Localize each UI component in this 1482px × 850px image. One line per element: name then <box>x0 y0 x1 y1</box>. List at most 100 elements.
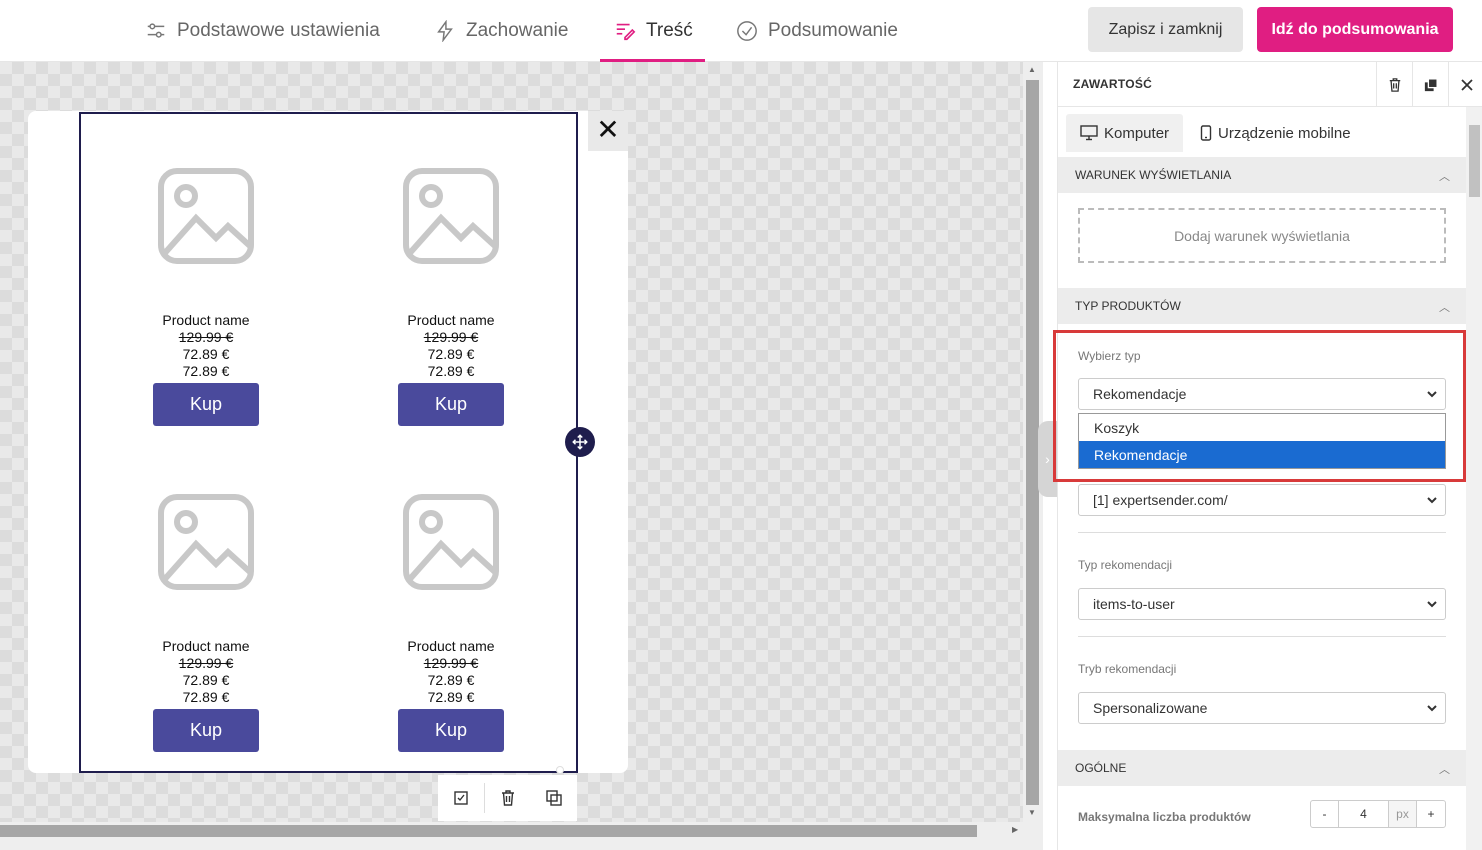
image-placeholder-icon <box>403 494 499 590</box>
duplicate-icon <box>1424 77 1438 91</box>
product-old-price: 129.99 € <box>178 655 234 671</box>
product-block[interactable]: Product name 129.99 € 72.89 € 72.89 € Ku… <box>79 112 578 773</box>
chevron-down-icon <box>1427 497 1437 504</box>
decrement-button[interactable]: - <box>1311 801 1339 827</box>
product-card: Product name 129.99 € 72.89 € 72.89 € Ku… <box>106 166 306 426</box>
save-and-close-button[interactable]: Zapisz i zamknij <box>1088 7 1243 52</box>
tab-label: Podstawowe ustawienia <box>177 20 380 41</box>
product-name: Product name <box>407 312 495 328</box>
image-placeholder-icon <box>158 494 254 590</box>
section-title: Warunek wyświetlania <box>1075 168 1232 182</box>
tab-desktop[interactable]: Komputer <box>1066 114 1184 152</box>
select-block-button[interactable] <box>438 775 484 821</box>
tab-content[interactable]: Treść <box>600 0 705 62</box>
product-price-secondary: 72.89 € <box>182 689 230 705</box>
content-icon <box>616 23 636 41</box>
section-general[interactable]: Ogólne ︿ <box>1058 750 1466 786</box>
product-name: Product name <box>407 638 495 654</box>
close-icon[interactable]: ✕ <box>596 115 620 145</box>
buy-button[interactable]: Kup <box>153 383 259 426</box>
rec-type-select[interactable]: items-to-user <box>1078 588 1446 620</box>
panel-header: ZAWARTOŚĆ <box>1058 62 1482 107</box>
monitor-icon <box>1080 125 1098 141</box>
close-panel-button[interactable] <box>1448 62 1482 107</box>
section-display-condition[interactable]: Warunek wyświetlania ︿ <box>1058 157 1466 193</box>
tab-label: Treść <box>646 20 693 41</box>
tab-mobile[interactable]: Urządzenie mobilne <box>1186 114 1365 152</box>
increment-button[interactable]: + <box>1417 801 1445 827</box>
top-bar: Podstawowe ustawienia Zachowanie Treść P… <box>0 0 1482 62</box>
buy-button[interactable]: Kup <box>153 709 259 752</box>
panel-title: ZAWARTOŚĆ <box>1073 77 1153 91</box>
product-price-secondary: 72.89 € <box>427 689 475 705</box>
divider <box>1078 532 1446 533</box>
trash-icon <box>1389 77 1400 92</box>
add-display-condition-button[interactable]: Dodaj warunek wyświetlania <box>1078 208 1446 263</box>
delete-button[interactable] <box>1376 62 1412 107</box>
tab-summary[interactable]: Podsumowanie <box>736 0 898 62</box>
tab-behavior[interactable]: Zachowanie <box>434 0 568 62</box>
scroll-up-arrow-icon[interactable]: ▲ <box>1028 65 1036 74</box>
product-price: 72.89 € <box>182 346 230 362</box>
max-products-stepper: - 4 px + <box>1310 800 1446 828</box>
panel-scrollbar[interactable] <box>1466 107 1482 850</box>
chevron-up-icon[interactable]: ︿ <box>1439 761 1450 777</box>
resize-handle[interactable] <box>556 766 564 774</box>
highlight-box <box>1053 330 1466 482</box>
delete-block-button[interactable] <box>485 775 531 821</box>
section-title: Ogólne <box>1075 761 1127 775</box>
chevron-down-icon <box>1427 705 1437 712</box>
canvas-horizontal-scrollbar[interactable]: ▶ <box>0 822 1043 850</box>
sliders-icon <box>147 23 165 38</box>
rec-mode-label: Tryb rekomendacji <box>1078 662 1177 676</box>
tab-label: Zachowanie <box>466 20 569 41</box>
chevron-down-icon <box>1427 601 1437 608</box>
trash-icon <box>502 790 514 806</box>
tab-label: Podsumowanie <box>768 20 898 41</box>
select-value: Spersonalizowane <box>1093 700 1208 716</box>
rec-type-label: Typ rekomendacji <box>1078 558 1173 572</box>
chevron-up-icon[interactable]: ︿ <box>1439 299 1450 315</box>
move-icon <box>572 434 588 450</box>
go-to-summary-button[interactable]: Idź do podsumowania <box>1257 7 1453 52</box>
tab-label: Urządzenie mobilne <box>1218 124 1351 142</box>
duplicate-button[interactable] <box>1412 62 1448 107</box>
tab-label: Komputer <box>1104 124 1170 142</box>
product-price: 72.89 € <box>427 346 475 362</box>
section-product-type[interactable]: Typ produktów ︿ <box>1058 288 1466 324</box>
scroll-right-arrow-icon[interactable]: ▶ <box>1012 825 1018 834</box>
smartphone-icon <box>1200 125 1212 141</box>
product-old-price: 129.99 € <box>178 329 234 345</box>
duplicate-block-button[interactable] <box>531 775 577 821</box>
scrollbar-thumb[interactable] <box>1469 125 1480 197</box>
product-old-price: 129.99 € <box>423 329 479 345</box>
move-handle[interactable] <box>565 427 595 457</box>
close-icon <box>1460 78 1473 91</box>
product-card: Product name 129.99 € 72.89 € 72.89 € Ku… <box>351 492 551 752</box>
chevron-up-icon[interactable]: ︿ <box>1439 168 1450 184</box>
divider <box>1078 636 1446 637</box>
product-price-secondary: 72.89 € <box>427 363 475 379</box>
select-value: [1] expertsender.com/ <box>1093 492 1228 508</box>
product-price-secondary: 72.89 € <box>182 363 230 379</box>
image-placeholder-icon <box>403 168 499 264</box>
buy-button[interactable]: Kup <box>398 709 504 752</box>
rec-mode-select[interactable]: Spersonalizowane <box>1078 692 1446 724</box>
scrollbar-thumb[interactable] <box>0 825 977 837</box>
product-card: Product name 129.99 € 72.89 € 72.89 € Ku… <box>351 166 551 426</box>
product-old-price: 129.99 € <box>423 655 479 671</box>
device-tabs: Komputer Urządzenie mobilne <box>1058 107 1466 153</box>
duplicate-icon <box>546 790 562 806</box>
check-circle-icon <box>737 21 757 41</box>
scroll-down-arrow-icon[interactable]: ▼ <box>1028 808 1036 817</box>
tab-basic-settings[interactable]: Podstawowe ustawienia <box>145 0 380 62</box>
product-card: Product name 129.99 € 72.89 € 72.89 € Ku… <box>106 492 306 752</box>
max-products-label: Maksymalna liczba produktów <box>1078 810 1251 824</box>
image-placeholder-icon <box>158 168 254 264</box>
chevron-right-icon: › <box>1045 451 1050 467</box>
buy-button[interactable]: Kup <box>398 383 504 426</box>
max-products-input[interactable]: 4 <box>1339 801 1389 827</box>
unit-label: px <box>1389 801 1417 827</box>
section-title: Typ produktów <box>1075 299 1181 313</box>
website-select[interactable]: [1] expertsender.com/ <box>1078 484 1446 516</box>
